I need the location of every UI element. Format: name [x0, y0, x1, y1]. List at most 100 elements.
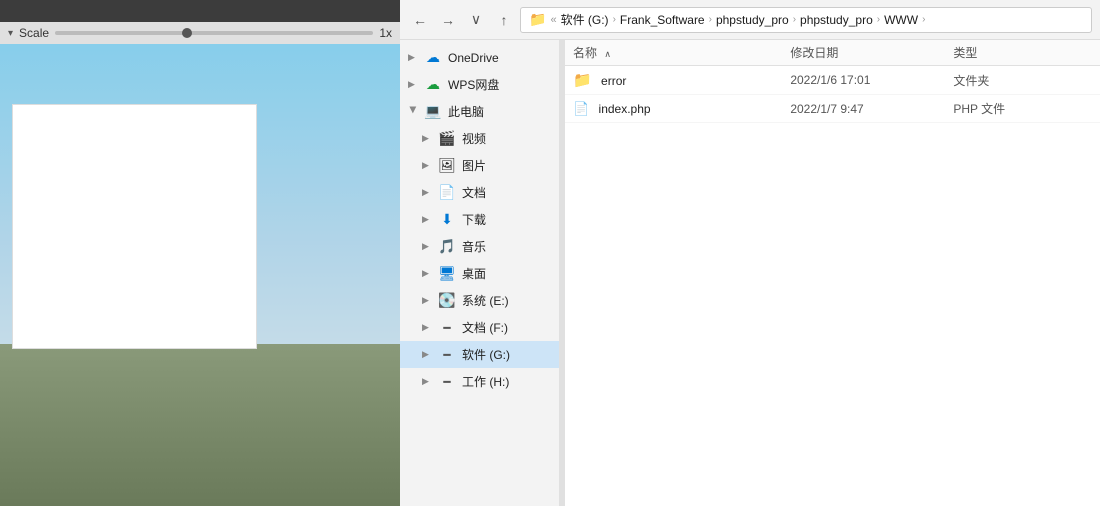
- video-icon: 🎬: [438, 130, 456, 147]
- back-button[interactable]: ←: [408, 8, 432, 32]
- address-part-3: phpstudy_pro: [716, 13, 789, 27]
- address-bar[interactable]: 📁 « 软件 (G:) › Frank_Software › phpstudy_…: [520, 7, 1092, 33]
- sidebar-label-work-h: 工作 (H:): [462, 373, 509, 390]
- sidebar-item-docs-f[interactable]: ▶ ━ 文档 (F:): [400, 314, 559, 341]
- sidebar-label-docs-f: 文档 (F:): [462, 319, 508, 336]
- address-chevron-3: ›: [793, 14, 796, 25]
- file-name-index: 📄 index.php: [573, 101, 790, 117]
- left-panel: ▾ Scale 1x: [0, 0, 400, 506]
- expand-arrow-pictures: ▶: [422, 160, 432, 171]
- sidebar-item-downloads[interactable]: ▶ ⬇ 下载: [400, 206, 559, 233]
- file-date-index: 2022/1/7 9:47: [790, 102, 953, 116]
- expand-arrow-music: ▶: [422, 241, 432, 252]
- sidebar-label-downloads: 下载: [462, 211, 486, 228]
- address-chevron-1: ›: [613, 14, 616, 25]
- sidebar-item-this-pc[interactable]: ▶ 💻 此电脑: [400, 98, 559, 125]
- docs-f-icon: ━: [438, 321, 456, 335]
- expand-arrow-wps: ▶: [408, 79, 418, 90]
- sidebar-item-work-h[interactable]: ▶ ━ 工作 (H:): [400, 368, 559, 395]
- address-part-5: WWW: [884, 13, 918, 27]
- column-date[interactable]: 修改日期: [790, 44, 953, 61]
- column-type[interactable]: 类型: [953, 44, 1062, 61]
- this-pc-icon: 💻: [424, 103, 442, 120]
- expand-arrow-video: ▶: [422, 133, 432, 144]
- scale-slider[interactable]: [55, 31, 373, 35]
- sidebar-item-video[interactable]: ▶ 🎬 视频: [400, 125, 559, 152]
- white-square: [12, 104, 257, 349]
- onedrive-icon: ☁: [424, 49, 442, 66]
- file-list: 名称 ∧ 修改日期 类型 📁 error 2022/1/6 17:01 文件夹: [565, 40, 1100, 506]
- explorer-main: ▶ ☁ OneDrive ▶ ☁ WPS网盘 ▶ 💻 此电脑 ▶ 🎬 视频: [400, 40, 1100, 506]
- documents-icon: 📄: [438, 184, 456, 201]
- expand-arrow-downloads: ▶: [422, 214, 432, 225]
- forward-button[interactable]: →: [436, 8, 460, 32]
- ground-background: [0, 344, 400, 506]
- sidebar-item-pictures[interactable]: ▶ 🖼 图片: [400, 152, 559, 179]
- column-name[interactable]: 名称 ∧: [573, 44, 790, 61]
- desktop-icon: 🖥: [438, 265, 456, 282]
- sidebar-label-music: 音乐: [462, 238, 486, 255]
- sidebar-label-video: 视频: [462, 130, 486, 147]
- expand-arrow-this-pc: ▶: [408, 107, 419, 117]
- scale-bar: ▾ Scale 1x: [0, 22, 400, 44]
- sidebar-item-system-e[interactable]: ▶ 💽 系统 (E:): [400, 287, 559, 314]
- expand-arrow-work-h: ▶: [422, 376, 432, 387]
- downloads-icon: ⬇: [438, 211, 456, 228]
- table-row[interactable]: 📄 index.php 2022/1/7 9:47 PHP 文件: [565, 95, 1100, 123]
- sidebar-label-software-g: 软件 (G:): [462, 346, 510, 363]
- sort-arrow-name: ∧: [604, 49, 611, 59]
- sidebar-item-music[interactable]: ▶ 🎵 音乐: [400, 233, 559, 260]
- music-icon: 🎵: [438, 238, 456, 255]
- table-row[interactable]: 📁 error 2022/1/6 17:01 文件夹: [565, 66, 1100, 95]
- file-explorer: ← → ∨ ↑ 📁 « 软件 (G:) › Frank_Software › p…: [400, 0, 1100, 506]
- work-h-icon: ━: [438, 375, 456, 389]
- top-bar: [0, 0, 400, 22]
- file-name-error: 📁 error: [573, 71, 790, 89]
- expand-arrow-software-g: ▶: [422, 349, 432, 360]
- sidebar-label-this-pc: 此电脑: [448, 103, 484, 120]
- pictures-icon: 🖼: [438, 157, 456, 174]
- dropdown-button[interactable]: ∨: [464, 8, 488, 32]
- expand-arrow-desktop: ▶: [422, 268, 432, 279]
- file-type-error: 文件夹: [953, 72, 1062, 89]
- address-part-4: phpstudy_pro: [800, 13, 873, 27]
- wps-icon: ☁: [424, 76, 442, 93]
- expand-arrow-onedrive: ▶: [408, 52, 418, 63]
- expand-arrow-docs-f: ▶: [422, 322, 432, 333]
- game-viewport: [0, 44, 400, 506]
- sidebar-label-wps: WPS网盘: [448, 76, 499, 93]
- sidebar-item-onedrive[interactable]: ▶ ☁ OneDrive: [400, 44, 559, 71]
- sidebar-label-pictures: 图片: [462, 157, 486, 174]
- sidebar-item-wps[interactable]: ▶ ☁ WPS网盘: [400, 71, 559, 98]
- sidebar-label-system-e: 系统 (E:): [462, 292, 509, 309]
- scale-value: 1x: [379, 26, 392, 40]
- explorer-toolbar: ← → ∨ ↑ 📁 « 软件 (G:) › Frank_Software › p…: [400, 0, 1100, 40]
- sidebar-item-documents[interactable]: ▶ 📄 文档: [400, 179, 559, 206]
- file-date-error: 2022/1/6 17:01: [790, 73, 953, 87]
- file-list-header: 名称 ∧ 修改日期 类型: [565, 40, 1100, 66]
- expand-arrow-documents: ▶: [422, 187, 432, 198]
- address-separator: «: [550, 14, 556, 26]
- sidebar: ▶ ☁ OneDrive ▶ ☁ WPS网盘 ▶ 💻 此电脑 ▶ 🎬 视频: [400, 40, 560, 506]
- sidebar-item-software-g[interactable]: ▶ ━ 软件 (G:): [400, 341, 559, 368]
- file-icon-index: 📄: [573, 101, 589, 116]
- address-part-1: 软件 (G:): [561, 11, 609, 28]
- sidebar-label-desktop: 桌面: [462, 265, 486, 282]
- address-part-2: Frank_Software: [620, 13, 705, 27]
- up-button[interactable]: ↑: [492, 8, 516, 32]
- sidebar-item-desktop[interactable]: ▶ 🖥 桌面: [400, 260, 559, 287]
- expand-arrow-system-e: ▶: [422, 295, 432, 306]
- scale-slider-thumb: [182, 28, 192, 38]
- address-chevron-5: ›: [922, 14, 925, 25]
- address-chevron-2: ›: [709, 14, 712, 25]
- system-e-icon: 💽: [438, 292, 456, 309]
- file-type-index: PHP 文件: [953, 100, 1062, 117]
- scale-label: Scale: [19, 26, 49, 40]
- sidebar-label-onedrive: OneDrive: [448, 51, 499, 65]
- software-g-icon: ━: [438, 348, 456, 362]
- address-chevron-4: ›: [877, 14, 880, 25]
- address-folder-icon: 📁: [529, 11, 546, 28]
- sidebar-label-documents: 文档: [462, 184, 486, 201]
- folder-icon-error: 📁: [573, 72, 592, 89]
- scale-dropdown-arrow[interactable]: ▾: [8, 28, 13, 39]
